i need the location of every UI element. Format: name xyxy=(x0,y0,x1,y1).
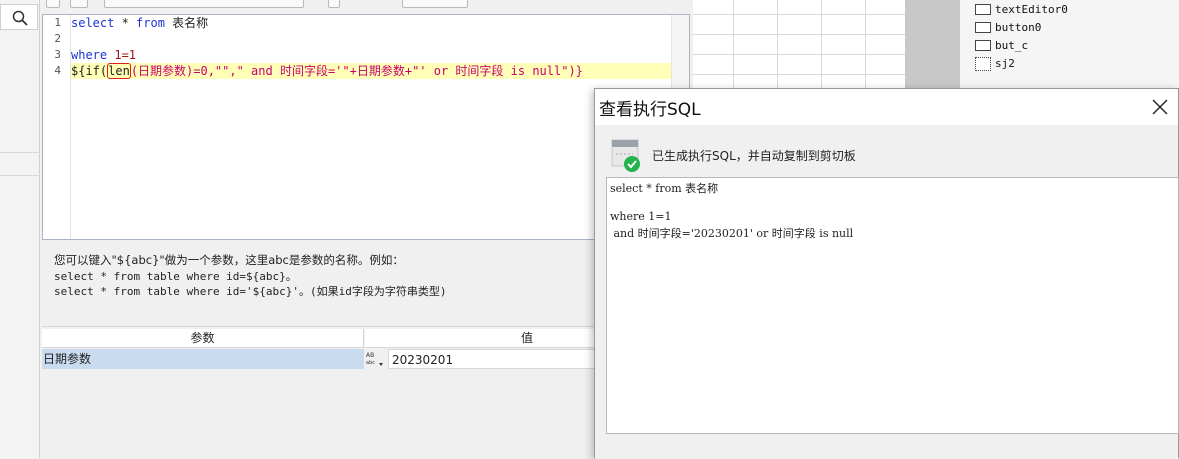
strip-divider xyxy=(0,152,40,153)
text-editor-icon xyxy=(975,4,991,15)
parameter-hint-panel: 您可以键入"${abc}"做为一个参数，这里abc是参数的名称。例如： sele… xyxy=(42,240,690,326)
sql-line: where 1=1 xyxy=(610,210,672,223)
sql-success-icon xyxy=(611,139,641,173)
code-line-3: where 1=1 xyxy=(71,47,136,63)
code-text: 表名称 xyxy=(164,16,209,30)
line-number: 1 xyxy=(54,16,61,29)
line-number: 3 xyxy=(54,48,61,61)
parameter-grid: 参数 值 日期参数 AB abc 20230201 xyxy=(42,326,690,458)
close-button[interactable] xyxy=(1148,95,1172,119)
component-item[interactable]: but_c xyxy=(975,37,1028,55)
spreadsheet-background xyxy=(693,0,905,88)
component-list: textEditor0 button0 but_c sj2 xyxy=(960,0,1179,88)
close-icon xyxy=(1152,99,1168,115)
search-icon xyxy=(12,10,28,26)
sql-line: select * from 表名称 xyxy=(610,182,719,195)
keyword-where: where xyxy=(71,48,108,62)
param-name-cell[interactable]: 日期参数 xyxy=(42,349,364,369)
toolbar-icon-button[interactable] xyxy=(46,0,60,8)
sql-code-editor[interactable]: 1 2 3 4 select * from 表名称 where 1=1 ${if… xyxy=(42,14,690,240)
hint-example: select * from table where id='${abc}'。(如… xyxy=(54,285,447,298)
left-tool-strip xyxy=(0,0,40,458)
component-item[interactable]: button0 xyxy=(975,19,1041,37)
top-toolbar xyxy=(42,0,690,14)
code-text: * xyxy=(114,16,137,30)
component-item[interactable]: textEditor0 xyxy=(975,1,1068,19)
line-number: 4 xyxy=(54,64,61,77)
calendar-icon xyxy=(975,57,991,71)
code-function-len: len xyxy=(107,63,131,79)
keyword-from: from xyxy=(136,16,165,30)
dialog-title: 查看执行SQL xyxy=(599,100,701,120)
code-line-1: select * from 表名称 xyxy=(71,15,208,31)
sql-line: and 时间字段='20230201' or 时间字段 is null xyxy=(610,227,854,240)
hint-text: 您可以键入"${abc}"做为一个参数，这里abc是参数的名称。例如： xyxy=(54,253,404,267)
hint-example: select * from table where id=${abc}。 xyxy=(54,270,297,283)
code-text: 1=1 xyxy=(107,48,137,62)
component-item[interactable]: sj2 xyxy=(975,55,1015,73)
toolbar-button[interactable] xyxy=(402,0,468,8)
svg-text:abc: abc xyxy=(366,360,375,366)
line-number: 2 xyxy=(54,32,61,45)
strip-divider xyxy=(0,175,40,176)
svg-text:AB: AB xyxy=(366,352,374,359)
code-line-4-current: ${if(len(日期参数)=0,""," and 时间字段='"+日期参数+"… xyxy=(71,63,671,79)
code-text: (日期参数)=0,""," and 时间字段='"+日期参数+"' or 时间字… xyxy=(130,64,583,78)
dialog-body: 已生成执行SQL，并自动复制到剪切板 select * from 表名称 whe… xyxy=(595,125,1179,459)
toolbar-dropdown[interactable] xyxy=(104,0,304,8)
line-number-gutter: 1 2 3 4 xyxy=(43,15,71,239)
keyword-select: select xyxy=(71,16,115,30)
toolbar-icon-button[interactable] xyxy=(70,0,88,8)
button-icon xyxy=(975,40,991,51)
generated-sql-textbox[interactable]: select * from 表名称 where 1=1 and 时间字段='20… xyxy=(606,177,1179,434)
text-type-icon[interactable]: AB abc xyxy=(365,349,387,369)
dialog-message: 已生成执行SQL，并自动复制到剪切板 xyxy=(652,149,856,163)
toolbar-checkbox[interactable] xyxy=(328,0,340,8)
panel-divider xyxy=(905,0,960,88)
button-icon xyxy=(975,22,991,33)
column-header-param[interactable]: 参数 xyxy=(42,329,364,348)
code-text: ${if( xyxy=(71,64,108,78)
search-button[interactable] xyxy=(0,4,38,30)
view-sql-dialog: 查看执行SQL 已生成执行SQL，并自动复制到剪切板 select * from… xyxy=(594,88,1179,459)
